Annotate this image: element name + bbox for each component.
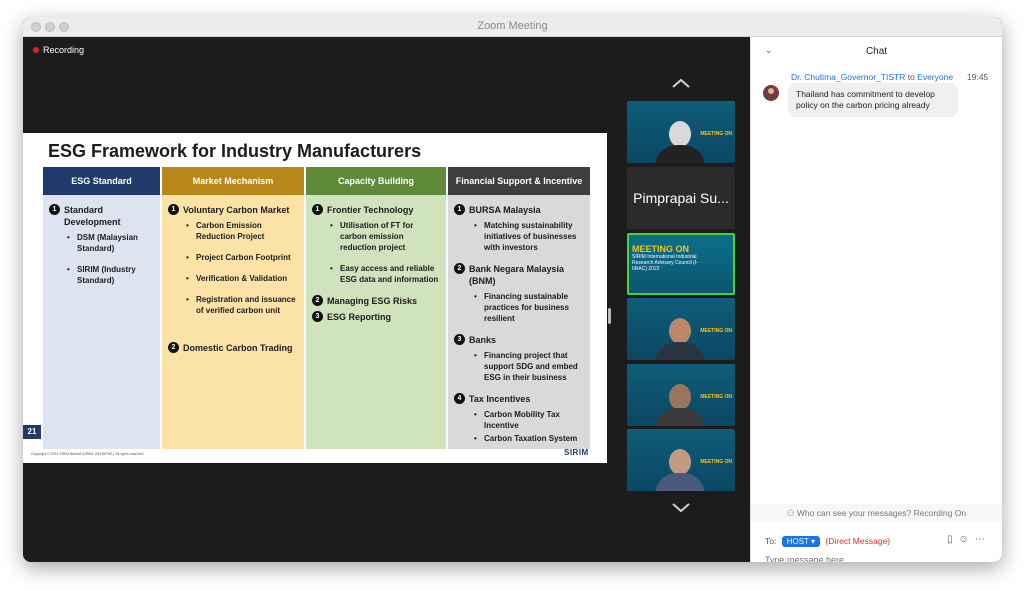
column-body: 1Frontier Technology Utilisation of FT fo…	[306, 195, 446, 449]
item-bullet: Verification & Validation	[168, 273, 300, 284]
message-input[interactable]	[765, 555, 965, 562]
recipient-select[interactable]: HOST ▾	[781, 536, 821, 547]
number-badge: 2	[168, 342, 179, 353]
message-to-word: to	[907, 72, 915, 82]
record-dot-icon	[33, 47, 39, 53]
splitter-handle[interactable]	[608, 308, 611, 324]
column-body: 1Voluntary Carbon Market Carbon Emission …	[162, 195, 304, 449]
title-bar: Zoom Meeting	[23, 17, 1002, 37]
chat-panel: ⌄ Chat Dr. Chutima_Governor_TISTR to Eve…	[750, 37, 1002, 562]
number-badge: 1	[168, 204, 179, 215]
gallery-up-chevron-icon[interactable]	[671, 74, 691, 94]
slide-copyright: Copyright © 2023 SIRIM Berhad (SIRIM: IN…	[31, 452, 144, 456]
item-title: 2 Domestic Carbon Trading	[168, 342, 300, 354]
slide-number: 21	[23, 425, 41, 439]
participant-video	[655, 378, 705, 426]
participant-name: Pimprapai Su...	[633, 190, 729, 206]
message-time: 19:45	[967, 72, 989, 82]
column-body: 1BURSA Malaysia Matching sustainability i…	[448, 195, 590, 449]
column-body: 1Standard Development DSM (Malaysian Stan…	[43, 195, 160, 449]
item-bullet: Project Carbon Footprint	[168, 252, 300, 263]
item-bullet: Financing project that support SDG and e…	[454, 350, 586, 383]
meeting-overlay: MEETING ON	[700, 131, 732, 137]
column-header: Capacity Building	[306, 167, 446, 195]
participant-video	[655, 312, 705, 360]
item-bullet: Carbon Taxation System	[454, 433, 586, 444]
item-title: 1 Frontier Technology	[312, 204, 442, 216]
meeting-heading: MEETING ON	[632, 244, 690, 254]
item-title: 2 Managing ESG Risks	[312, 295, 442, 307]
item-bullet: DSM (Malaysian Standard)	[49, 232, 156, 254]
item-title: 1 Standard Development	[49, 204, 156, 228]
meeting-stage: Recording ESG Framework for Industry Man…	[23, 37, 750, 562]
item-bullet: Easy access and reliable ESG data and in…	[312, 263, 442, 285]
message-header: Dr. Chutima_Governor_TISTR to Everyone 1…	[791, 72, 988, 82]
window-title: Zoom Meeting	[477, 20, 548, 32]
item-bullet: Registration and issuance of verified ca…	[168, 294, 300, 316]
chat-title: Chat	[865, 46, 888, 57]
number-badge: 1	[454, 204, 465, 215]
meeting-overlay: MEETING ON	[700, 394, 732, 400]
message-recipient[interactable]: Everyone	[917, 72, 953, 82]
item-bullet: Carbon Mobility Tax Incentive	[454, 409, 586, 431]
video-tile-1[interactable]: MEETING ON	[627, 101, 735, 163]
item-title: 3 Banks	[454, 334, 586, 346]
video-tile-active-speaker[interactable]: MEETING ON SIRIM International Industria…	[627, 233, 735, 295]
participant-video	[655, 115, 705, 163]
meeting-overlay: MEETING ON	[700, 328, 732, 334]
video-tile-3[interactable]: MEETING ON	[627, 364, 735, 426]
shared-slide: ESG Framework for Industry Manufacturers…	[23, 133, 607, 463]
to-label: To:	[765, 536, 777, 546]
participant-video	[655, 443, 705, 491]
slide-column: Capacity Building 1Frontier Technology Uti…	[306, 167, 446, 449]
number-badge: 3	[454, 334, 465, 345]
recording-indicator[interactable]: Recording	[33, 45, 84, 55]
slide-column: ESG Standard 1Standard Development DSM (Ma…	[43, 167, 160, 449]
file-icon[interactable]: ▯	[947, 534, 959, 545]
column-header: Financial Support & Incentive	[448, 167, 590, 195]
message-sender[interactable]: Dr. Chutima_Governor_TISTR	[791, 72, 905, 82]
meeting-overlay: MEETING ON	[700, 459, 732, 465]
number-badge: 1	[312, 204, 323, 215]
slide-title: ESG Framework for Industry Manufacturers	[48, 141, 422, 161]
item-bullet: Matching sustainability initiatives of b…	[454, 220, 586, 253]
item-title: 2 Bank Negara Malaysia (BNM)	[454, 263, 586, 287]
number-badge: 1	[49, 204, 60, 215]
avatar[interactable]	[763, 85, 779, 101]
column-header: ESG Standard	[43, 167, 160, 195]
recipient-row: To: HOST ▾ (Direct Message)	[765, 536, 890, 547]
number-badge: 2	[312, 295, 323, 306]
video-tile-name-only[interactable]: Pimprapai Su...	[627, 167, 735, 229]
gallery-down-chevron-icon[interactable]	[671, 497, 691, 517]
item-title: 1 BURSA Malaysia	[454, 204, 586, 216]
item-title: 1 Voluntary Carbon Market	[168, 204, 300, 216]
meeting-text: SIRIM International Industrial Research …	[632, 254, 698, 272]
visibility-notice[interactable]: ⚇ Who can see your messages? Recording O…	[751, 508, 1002, 519]
direct-message-label: (Direct Message)	[825, 536, 891, 546]
item-bullet: Carbon Emission Reduction Project	[168, 220, 300, 242]
video-tile-2[interactable]: MEETING ON	[627, 298, 735, 360]
item-bullet: Financing sustainable practices for busi…	[454, 291, 586, 324]
column-header: Market Mechanism	[162, 167, 304, 195]
chat-actions: ▯☺⋯	[947, 534, 991, 545]
slide-column: Financial Support & Incentive 1 BURSA Mala…	[448, 167, 590, 449]
slide-column: Market Mechanism 1 Voluntary Carbon Market…	[162, 167, 304, 449]
more-icon[interactable]: ⋯	[975, 534, 991, 545]
zoom-window: Zoom Meeting Recording ESG Framework for…	[23, 17, 1002, 562]
item-bullet: SIRIM (Industry Standard)	[49, 264, 156, 286]
item-title: 3 ESG Reporting	[312, 311, 442, 323]
item-bullet: Utilisation of FT for carbon emission re…	[312, 220, 442, 253]
emoji-icon[interactable]: ☺	[959, 534, 975, 545]
number-badge: 2	[454, 263, 465, 274]
item-title: 4 Tax Incentives	[454, 393, 586, 405]
message-bubble: Thailand has commitment to develop polic…	[788, 83, 958, 117]
number-badge: 4	[454, 393, 465, 404]
video-tile-4[interactable]: MEETING ON	[627, 429, 735, 491]
people-icon: ⚇	[786, 508, 797, 518]
recording-label: Recording	[43, 45, 85, 55]
sirim-logo: SIRIM	[564, 448, 589, 457]
number-badge: 3	[312, 311, 323, 322]
